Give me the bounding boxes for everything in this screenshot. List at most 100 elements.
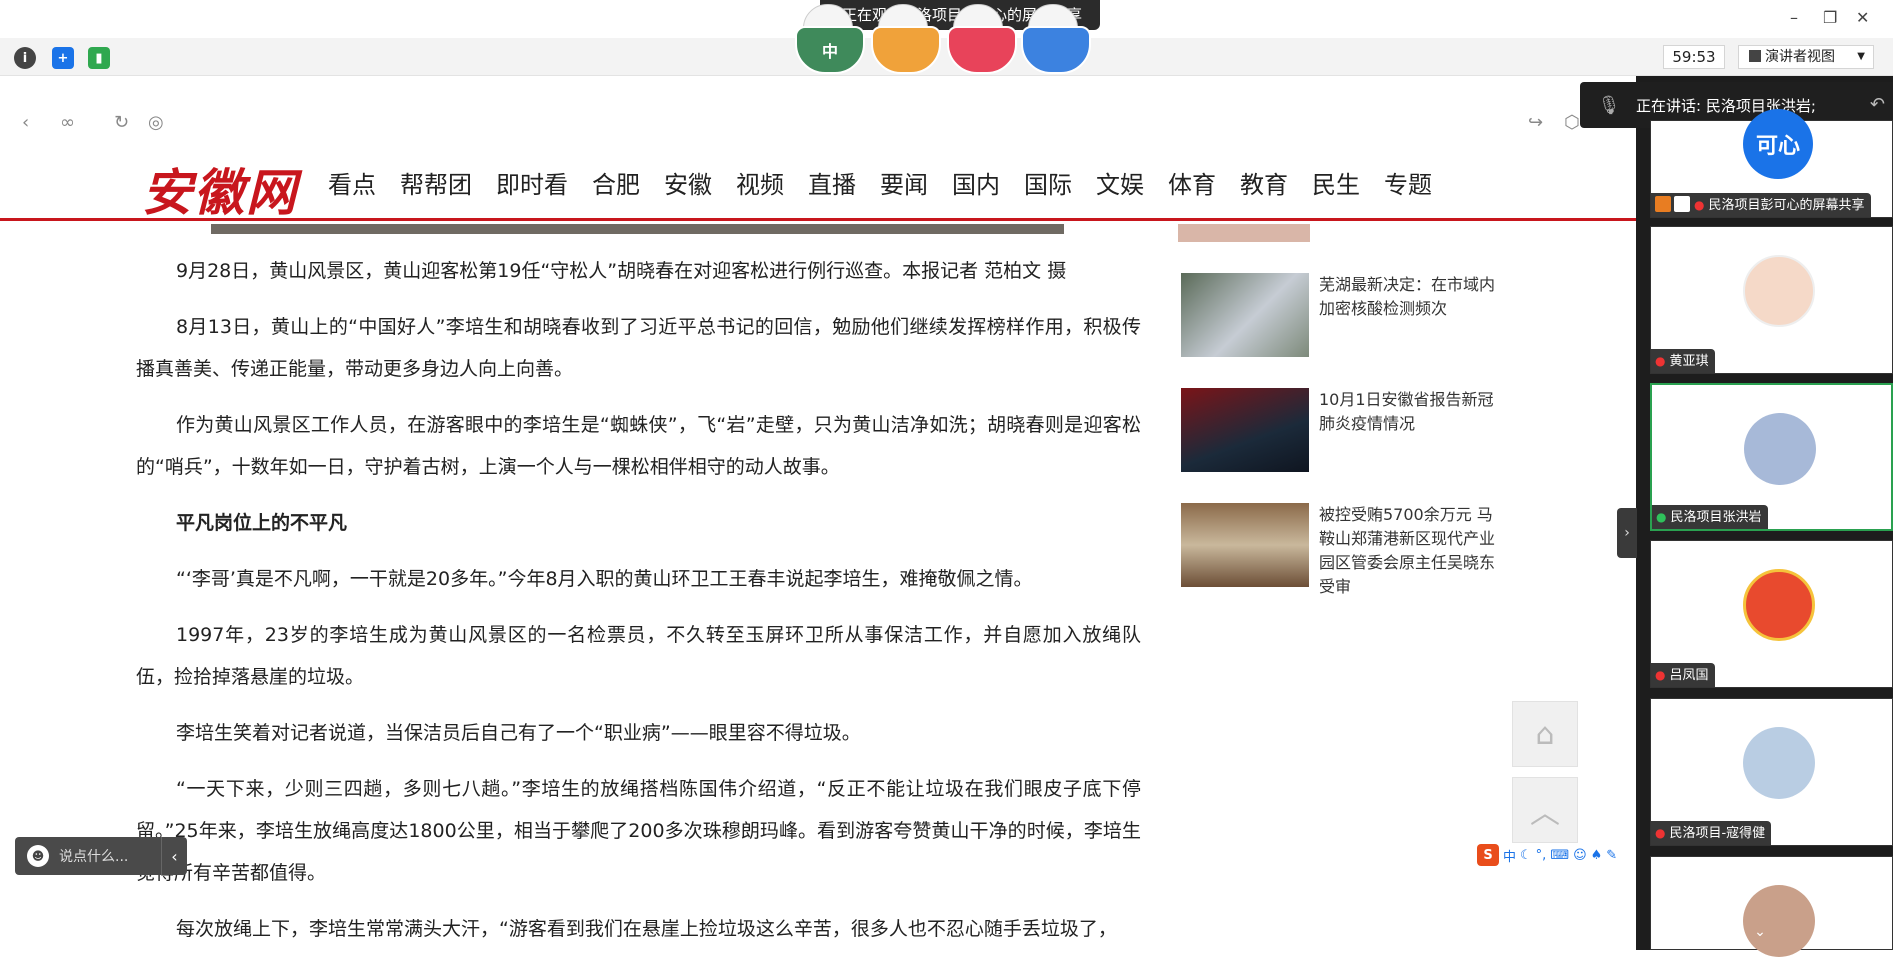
close-icon[interactable]: ✕	[1856, 8, 1869, 27]
participant-name-text: 民洛项目张洪岩	[1670, 510, 1762, 525]
speaker-view-button[interactable]: 演讲者视图 ▼	[1738, 45, 1874, 69]
site-menu: 看点 帮帮团 即时看 合肥 安徽 视频 直播 要闻 国内 国际 文娱 体育 教育…	[328, 165, 1456, 200]
panel-collapse-tab[interactable]: ›	[1617, 508, 1637, 558]
globe-icon[interactable]: ◎	[148, 112, 164, 133]
participant-tile[interactable]: ● 吕凤国	[1650, 540, 1893, 688]
participant-tile-active[interactable]: ● 民洛项目张洪岩	[1650, 383, 1893, 531]
site-logo[interactable]: 安徽网	[142, 153, 298, 225]
menu-item[interactable]: 要闻	[880, 165, 928, 200]
participant-tile[interactable]: 可心 ● 民洛项目彭可心的屏幕共享	[1650, 109, 1893, 218]
site-header: 安徽网 看点 帮帮团 即时看 合肥 安徽 视频 直播 要闻 国内 国际 文娱 体…	[0, 145, 1636, 222]
mic-muted-icon: ●	[1694, 198, 1705, 212]
article-paragraph: “‘李哥’真是不凡啊，一干就是20多年。”今年8月入职的黄山环卫工王春丰说起李培…	[176, 568, 1033, 590]
person-icon[interactable]: ☺	[1573, 848, 1587, 863]
info-icon[interactable]: i	[14, 47, 36, 69]
mic-muted-icon: ●	[1655, 354, 1666, 368]
news-item[interactable]: 10月1日安徽省报告新冠肺炎疫情情况	[1181, 386, 1501, 501]
user-icon	[1655, 196, 1671, 212]
mic-off-icon: 🎙	[1597, 94, 1621, 116]
side-photo	[1178, 224, 1310, 242]
news-item[interactable]: 被控受贿5700余万元 马鞍山郑蒲港新区现代产业园区管委会原主任吴晓东受审	[1181, 501, 1501, 616]
chat-placeholder[interactable]: 说点什么...	[59, 846, 161, 866]
article-paragraph: 作为黄山风景区工作人员，在游客眼中的李培生是“蜘蛛侠”，飞“岩”走壁，只为黄山洁…	[136, 414, 1141, 478]
menu-item[interactable]: 视频	[736, 165, 784, 200]
menu-item[interactable]: 文娱	[1096, 165, 1144, 200]
punct-icon[interactable]: °,	[1536, 848, 1547, 863]
signal-icon[interactable]: ▮	[88, 47, 110, 69]
collapse-chat-icon[interactable]: ‹	[161, 837, 187, 875]
home-button[interactable]: ⌂	[1512, 701, 1578, 767]
news-item[interactable]: 芜湖最新决定：在市域内加密核酸检测频次	[1181, 271, 1501, 386]
keyboard-icon[interactable]: ⌨	[1550, 848, 1569, 863]
mic-muted-icon: ●	[1655, 668, 1666, 682]
news-title[interactable]: 10月1日安徽省报告新冠肺炎疫情情况	[1319, 388, 1499, 436]
chevron-down-icon[interactable]: ⌄	[1745, 924, 1775, 944]
menu-item[interactable]: 直播	[808, 165, 856, 200]
news-title[interactable]: 被控受贿5700余万元 马鞍山郑蒲港新区现代产业园区管委会原主任吴晓东受审	[1319, 503, 1499, 599]
emoji-icon[interactable]: ☻	[27, 845, 49, 867]
menu-item[interactable]: 民生	[1312, 165, 1360, 200]
menu-item[interactable]: 合肥	[592, 165, 640, 200]
participant-tile[interactable]: ● 黄亚琪	[1650, 226, 1893, 374]
menu-item[interactable]: 即时看	[496, 165, 568, 200]
reload-icon[interactable]: ↻	[114, 112, 129, 133]
link-icon[interactable]: ∞	[60, 112, 75, 133]
menu-item[interactable]: 安徽	[664, 165, 712, 200]
view-label: 演讲者视图	[1765, 49, 1835, 65]
news-title[interactable]: 芜湖最新决定：在市域内加密核酸检测频次	[1319, 273, 1499, 321]
article-paragraph: 1997年，23岁的李培生成为黄山风景区的一名检票员，不久转至玉屏环卫所从事保洁…	[136, 624, 1141, 688]
cup-red	[947, 26, 1017, 74]
ime-toolbar[interactable]: S 中 ☾ °, ⌨ ☺ ♠ ✎	[1477, 842, 1637, 868]
wrench-icon[interactable]: ✎	[1606, 848, 1617, 863]
participant-tile[interactable]: ● 民洛项目-寇得健	[1650, 698, 1893, 846]
menu-item[interactable]: 体育	[1168, 165, 1216, 200]
participant-name: ● 吕凤国	[1651, 663, 1715, 687]
mic-muted-icon: ●	[1655, 826, 1666, 840]
participant-name-text: 黄亚琪	[1669, 354, 1709, 369]
back-icon[interactable]: ‹	[22, 112, 29, 133]
article-paragraph: 每次放绳上下，李培生常常满头大汗，“游客看到我们在悬崖上捡垃圾这么辛苦，很多人也…	[176, 918, 1117, 940]
moon-icon[interactable]: ☾	[1520, 848, 1532, 863]
menu-item[interactable]: 看点	[328, 165, 376, 200]
menu-item[interactable]: 专题	[1384, 165, 1432, 200]
article-paragraph: 9月28日，黄山风景区，黄山迎客松第19任“守松人”胡晓春在对迎客松进行例行巡查…	[176, 260, 1067, 282]
cup-blue	[1021, 26, 1091, 74]
browser-nav: ‹ ∞ ↻ ◎ ↪ ⬡	[0, 100, 1636, 142]
back-to-top-button[interactable]: ︿	[1512, 777, 1578, 843]
chat-input[interactable]: ☻ 说点什么... ‹	[15, 837, 187, 875]
home-icon: ⌂	[1535, 716, 1555, 752]
share-icon[interactable]: ↪	[1528, 112, 1543, 133]
menu-item[interactable]: 国际	[1024, 165, 1072, 200]
ime-mode[interactable]: 中	[1503, 846, 1516, 865]
news-thumbnail[interactable]	[1181, 503, 1309, 587]
participant-name-text: 民洛项目彭可心的屏幕共享	[1708, 198, 1865, 213]
shield-icon[interactable]: +	[52, 47, 74, 69]
participant-name: ● 民洛项目-寇得健	[1651, 821, 1772, 845]
mic-on-icon: ●	[1656, 510, 1667, 524]
reply-icon[interactable]: ↶	[1870, 94, 1885, 115]
chevron-up-icon: ︿	[1530, 796, 1560, 831]
meeting-timer: 59:53	[1663, 45, 1725, 69]
menu-item[interactable]: 国内	[952, 165, 1000, 200]
screen-share-icon	[1674, 196, 1690, 212]
ime-logo-icon: S	[1477, 844, 1499, 866]
participant-name-text: 吕凤国	[1669, 668, 1709, 683]
cup-orange	[871, 26, 941, 74]
menu-item[interactable]: 教育	[1240, 165, 1288, 200]
avatar	[1743, 727, 1815, 799]
participant-name: ● 黄亚琪	[1651, 349, 1715, 373]
news-thumbnail[interactable]	[1181, 273, 1309, 357]
avatar: 可心	[1743, 109, 1813, 179]
shirt-icon[interactable]: ♠	[1591, 848, 1603, 863]
cups-decoration: 中	[795, 4, 1095, 74]
article-paragraph: 李培生笑着对记者说道，当保洁员后自己有了一个“职业病”——眼里容不得垃圾。	[176, 722, 861, 744]
chevron-down-icon: ▼	[1857, 51, 1865, 62]
article-paragraph: 8月13日，黄山上的“中国好人”李培生和胡晓春收到了习近平总书记的回信，勉励他们…	[136, 316, 1141, 380]
participant-name: ● 民洛项目彭可心的屏幕共享	[1651, 193, 1871, 217]
cube-icon[interactable]: ⬡	[1564, 112, 1580, 133]
menu-item[interactable]: 帮帮团	[400, 165, 472, 200]
news-thumbnail[interactable]	[1181, 388, 1309, 472]
restore-icon[interactable]: ❐	[1823, 8, 1837, 27]
participant-name: ● 民洛项目张洪岩	[1652, 505, 1768, 529]
minimize-icon[interactable]: –	[1790, 8, 1798, 27]
